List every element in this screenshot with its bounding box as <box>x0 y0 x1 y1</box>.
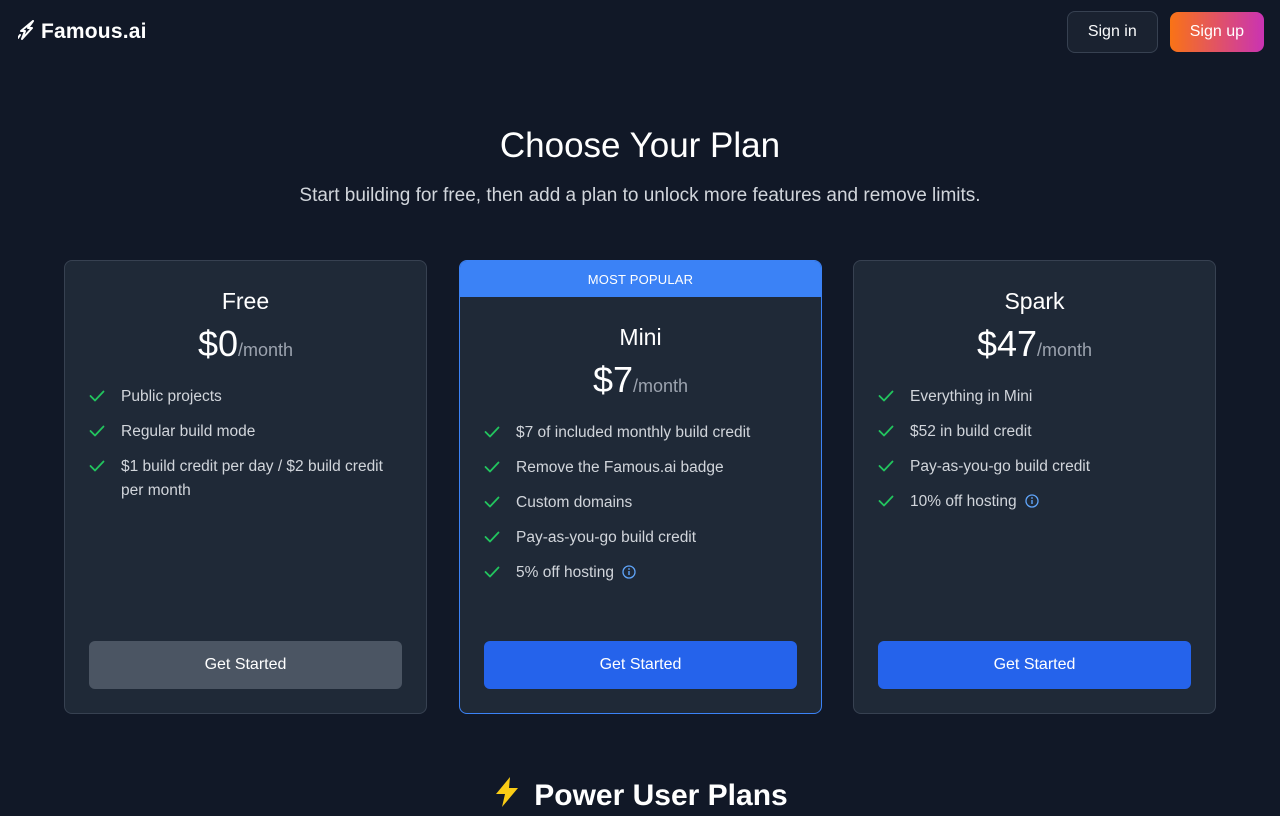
feature-item: 10% off hosting <box>878 490 1191 516</box>
get-started-button-free[interactable]: Get Started <box>89 641 402 689</box>
check-icon <box>878 385 896 407</box>
feature-item: $52 in build credit <box>878 420 1191 444</box>
feature-list: Public projects Regular build mode $1 bu… <box>89 385 402 503</box>
plan-card-spark: Spark $47/month Everything in Mini $52 i… <box>853 260 1216 714</box>
plan-price: $7/month <box>460 359 821 401</box>
plan-card-mini: MOST POPULAR Mini $7/month $7 of include… <box>459 260 822 714</box>
plan-card-free: Free $0/month Public projects Regular bu… <box>64 260 427 714</box>
page-subtitle: Start building for free, then add a plan… <box>299 185 981 206</box>
check-icon <box>878 455 896 477</box>
feature-text: $52 in build credit <box>910 423 1032 440</box>
top-navbar: Famous.ai Sign in Sign up <box>0 0 1280 64</box>
check-icon <box>878 420 896 442</box>
page-title: Choose Your Plan <box>499 126 781 165</box>
plan-name: Mini <box>619 324 662 350</box>
feature-text: 5% off hosting <box>516 564 614 581</box>
feature-text: Regular build mode <box>121 423 256 440</box>
lightning-icon <box>492 776 522 816</box>
get-started-button-spark[interactable]: Get Started <box>878 641 1191 689</box>
plan-price: $47/month <box>854 323 1215 365</box>
feature-item: Regular build mode <box>89 420 402 444</box>
rocket-icon <box>17 19 35 45</box>
power-user-plans-heading: Power User Plans <box>0 776 1280 816</box>
feature-item: Public projects <box>89 385 402 409</box>
info-icon[interactable] <box>622 563 636 587</box>
feature-text: Pay-as-you-go build credit <box>516 529 697 546</box>
sign-in-button[interactable]: Sign in <box>1066 11 1158 53</box>
check-icon <box>89 420 107 442</box>
price-amount: $7 <box>592 359 633 400</box>
feature-item: $1 build credit per day / $2 build credi… <box>89 455 402 503</box>
feature-text: $7 of included monthly build credit <box>516 424 751 441</box>
info-icon[interactable] <box>1024 492 1039 516</box>
feature-item: Everything in Mini <box>878 385 1191 409</box>
feature-text: 10% off hosting <box>910 493 1017 510</box>
feature-item: Pay-as-you-go build credit <box>878 455 1191 479</box>
price-period: /month <box>633 376 689 396</box>
feature-list: Everything in Mini $52 in build credit P… <box>878 385 1191 516</box>
feature-item: 5% off hosting <box>484 561 797 587</box>
check-icon <box>878 490 896 512</box>
sign-up-button[interactable]: Sign up <box>1169 12 1264 52</box>
feature-text: $1 build credit per day / $2 build credi… <box>121 458 383 499</box>
feature-item: Custom domains <box>484 491 797 515</box>
plan-price: $0/month <box>65 323 426 365</box>
feature-item: Remove the Famous.ai badge <box>484 456 797 480</box>
feature-text: Remove the Famous.ai badge <box>516 459 724 476</box>
power-user-plans-title: Power User Plans <box>534 779 788 812</box>
price-amount: $0 <box>197 323 238 364</box>
feature-text: Pay-as-you-go build credit <box>910 458 1091 475</box>
feature-text: Everything in Mini <box>910 388 1033 405</box>
brand-logo[interactable]: Famous.ai <box>17 19 147 45</box>
check-icon <box>89 385 107 407</box>
price-amount: $47 <box>976 323 1038 364</box>
feature-text: Custom domains <box>516 494 633 511</box>
feature-item: $7 of included monthly build credit <box>484 421 797 445</box>
price-period: /month <box>1037 340 1093 360</box>
most-popular-badge: MOST POPULAR <box>460 261 821 297</box>
price-period: /month <box>238 340 294 360</box>
check-icon <box>484 421 502 443</box>
check-icon <box>89 455 107 477</box>
check-icon <box>484 491 502 513</box>
get-started-button-mini[interactable]: Get Started <box>484 641 797 689</box>
plan-name: Spark <box>1004 288 1065 314</box>
plan-name: Free <box>221 288 270 314</box>
check-icon <box>484 456 502 478</box>
check-icon <box>484 526 502 548</box>
brand-name: Famous.ai <box>41 20 147 43</box>
check-icon <box>484 561 502 583</box>
feature-item: Pay-as-you-go build credit <box>484 526 797 550</box>
feature-list: $7 of included monthly build credit Remo… <box>484 421 797 587</box>
feature-text: Public projects <box>121 388 222 405</box>
